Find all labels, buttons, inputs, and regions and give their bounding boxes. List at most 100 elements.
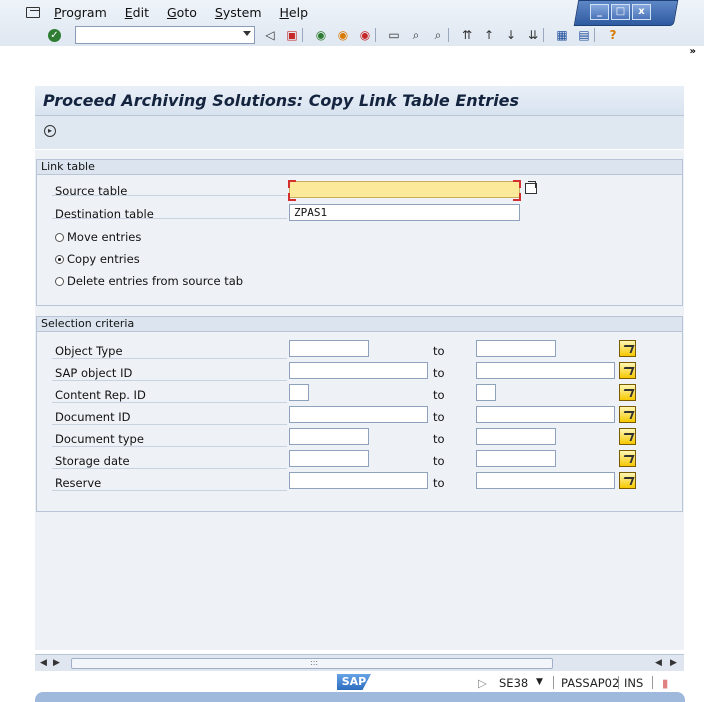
required-marker <box>288 180 296 188</box>
shortcut-icon[interactable]: ▤ <box>577 28 591 42</box>
to-label: to <box>433 388 445 402</box>
previous-page-icon[interactable]: ↑ <box>482 28 496 42</box>
next-page-icon[interactable]: ↓ <box>504 28 518 42</box>
scrollbar-track[interactable]: ::: <box>71 658 553 669</box>
content-rep-id-label: Content Rep. ID <box>55 388 146 402</box>
multiple-selection-button[interactable] <box>619 384 636 401</box>
last-page-icon[interactable]: ⇊ <box>526 28 540 42</box>
multiple-selection-button[interactable] <box>619 340 636 357</box>
server-name: PASSAP02 <box>561 676 620 690</box>
menu-edit[interactable]: Edit <box>125 5 149 20</box>
reserve-from-input[interactable] <box>289 472 428 489</box>
group-title: Selection criteria <box>37 317 682 332</box>
menu-system[interactable]: System <box>215 5 262 20</box>
toolbar-overflow-icon[interactable]: » <box>690 46 696 57</box>
status-expand-icon[interactable]: ▷ <box>478 676 487 690</box>
row-divider <box>52 468 287 469</box>
scroll-left-icon[interactable]: ◀ <box>40 658 47 668</box>
scrollbar-grip-icon[interactable]: ::: <box>310 658 318 667</box>
maximize-button[interactable]: □ <box>611 4 630 20</box>
back-icon[interactable]: ◉ <box>314 28 328 42</box>
to-label: to <box>433 476 445 490</box>
to-label: to <box>433 344 445 358</box>
menu-program[interactable]: Program <box>54 5 107 20</box>
object-type-to-input[interactable] <box>476 340 556 357</box>
find-icon[interactable]: ⌕ <box>409 28 423 42</box>
object-type-from-input[interactable] <box>289 340 369 357</box>
window-menu-icon[interactable] <box>26 6 40 18</box>
document-type-label: Document type <box>55 432 144 446</box>
execute-icon[interactable]: ▸ <box>44 125 56 137</box>
toolbar-separator <box>543 28 544 42</box>
window-controls: _ □ x <box>590 4 651 20</box>
document-id-to-input[interactable] <box>476 406 615 423</box>
value-help-icon[interactable] <box>525 181 537 194</box>
object-type-label: Object Type <box>55 344 123 358</box>
find-next-icon[interactable]: ⌕ <box>431 28 445 42</box>
status-bar-band <box>35 692 685 702</box>
selection-criteria-group: Selection criteria Object Type to SAP ob… <box>36 316 683 512</box>
close-button[interactable]: x <box>632 4 651 20</box>
radio-button-selected-icon[interactable] <box>55 254 64 264</box>
command-field[interactable] <box>75 26 255 44</box>
exit-icon[interactable]: ◉ <box>336 28 350 42</box>
scroll-right-icon[interactable]: ▶ <box>670 658 677 668</box>
storage-date-from-input[interactable] <box>289 450 369 467</box>
row-divider <box>52 358 287 359</box>
content-rep-id-from-input[interactable] <box>289 384 309 401</box>
content-rep-id-to-input[interactable] <box>476 384 496 401</box>
multiple-selection-button[interactable] <box>619 406 636 423</box>
radio-label: Move entries <box>67 230 142 244</box>
status-separator <box>553 676 554 689</box>
radio-button-icon[interactable] <box>55 276 64 286</box>
sap-object-id-label: SAP object ID <box>55 366 133 380</box>
radio-move-entries[interactable]: Move entries <box>55 230 141 244</box>
save-icon[interactable]: ▣ <box>285 28 299 42</box>
group-title: Link table <box>37 160 682 175</box>
sap-logo: SAP <box>337 674 371 690</box>
row-divider <box>52 446 287 447</box>
enter-icon[interactable]: ✓ <box>48 28 61 42</box>
radio-copy-entries[interactable]: Copy entries <box>55 252 140 266</box>
cancel-icon[interactable]: ◉ <box>358 28 372 42</box>
reserve-to-input[interactable] <box>476 472 615 489</box>
destination-table-input[interactable]: ZPAS1 <box>289 204 520 221</box>
help-icon[interactable]: ? <box>606 28 620 42</box>
insert-mode: INS <box>624 676 644 690</box>
toolbar-separator <box>448 28 449 42</box>
scroll-left-icon[interactable]: ◀ <box>655 658 662 668</box>
radio-button-icon[interactable] <box>55 232 64 242</box>
required-marker <box>288 193 296 201</box>
toolbar-separator <box>302 28 303 42</box>
minimize-button[interactable]: _ <box>590 4 609 20</box>
transaction-code: SE38 <box>499 676 529 690</box>
document-type-to-input[interactable] <box>476 428 556 445</box>
storage-date-label: Storage date <box>55 454 130 468</box>
toolbar-separator <box>375 28 376 42</box>
row-divider <box>52 402 287 403</box>
new-session-icon[interactable]: ▦ <box>555 28 569 42</box>
horizontal-scrollbar[interactable]: ◀ ▶ ::: ◀ ▶ <box>35 654 684 671</box>
print-icon[interactable]: ▭ <box>387 28 401 42</box>
radio-label: Copy entries <box>67 252 140 266</box>
multiple-selection-button[interactable] <box>619 472 636 489</box>
sap-object-id-from-input[interactable] <box>289 362 428 379</box>
menu-help[interactable]: Help <box>280 5 309 20</box>
source-table-label: Source table <box>55 184 128 198</box>
radio-delete-entries[interactable]: Delete entries from source tab <box>55 274 243 288</box>
document-id-from-input[interactable] <box>289 406 428 423</box>
multiple-selection-button[interactable] <box>619 428 636 445</box>
scroll-right-icon[interactable]: ▶ <box>53 658 60 668</box>
menu-goto[interactable]: Goto <box>167 5 197 20</box>
source-table-input[interactable] <box>289 181 520 198</box>
multiple-selection-button[interactable] <box>619 450 636 467</box>
multiple-selection-button[interactable] <box>619 362 636 379</box>
radio-label: Delete entries from source tab <box>67 274 244 288</box>
system-info-dropdown-icon[interactable]: ▼ <box>536 677 543 687</box>
first-page-icon[interactable]: ⇈ <box>460 28 474 42</box>
sap-object-id-to-input[interactable] <box>476 362 615 379</box>
storage-date-to-input[interactable] <box>476 450 556 467</box>
back-arrow-icon[interactable]: ◁ <box>263 28 277 42</box>
document-type-from-input[interactable] <box>289 428 369 445</box>
command-dropdown-icon[interactable] <box>243 31 251 36</box>
